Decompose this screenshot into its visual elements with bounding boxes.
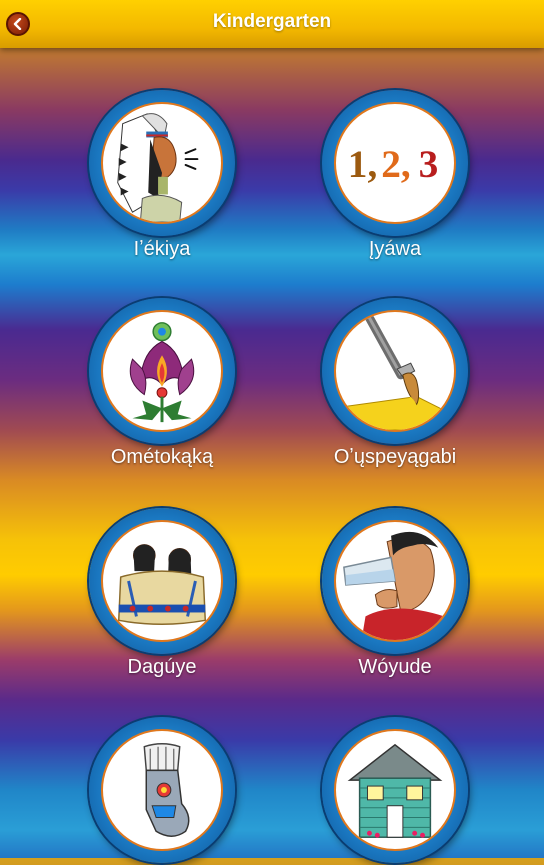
drinking-water-icon [334, 520, 456, 642]
tile-woyude[interactable]: Wóyude [300, 508, 490, 679]
number-one: 1, [348, 142, 378, 186]
tile-ometokaka[interactable]: Ométokąką [67, 298, 257, 469]
tile-ring [322, 298, 468, 444]
flower-icon [101, 310, 223, 432]
moccasin-icon [101, 729, 223, 851]
tile-moccasin[interactable] [67, 717, 257, 865]
tile-ring [89, 508, 235, 654]
tile-house[interactable] [300, 717, 490, 865]
tile-ring [322, 508, 468, 654]
header-bar: Kindergarten [0, 0, 544, 48]
number-three: 3 [419, 142, 439, 186]
tile-ring [89, 717, 235, 863]
tile-ouspeyagabi[interactable]: Oʼųspeyągabi [300, 298, 490, 469]
tile-label: Wóyude [358, 656, 432, 678]
tile-label: Iʼékiya [133, 238, 191, 260]
tile-iekiya[interactable]: Iʼékiya [67, 90, 257, 261]
tile-ring: 1, 2, 3 [322, 90, 468, 236]
tile-label: Ométokąką [110, 446, 214, 468]
tile-ring [89, 298, 235, 444]
number-two: 2, [381, 142, 411, 186]
numbers-icon: 1, 2, 3 [334, 102, 456, 224]
house-icon [334, 729, 456, 851]
family-blanket-icon [101, 520, 223, 642]
tile-label: Oʼųspeyągabi [333, 446, 457, 468]
page-title: Kindergarten [212, 11, 332, 32]
chief-speaking-icon [101, 102, 223, 224]
tile-ring [89, 90, 235, 236]
tile-daguye[interactable]: Dagúye [67, 508, 257, 679]
tile-label: Dagúye [127, 656, 197, 678]
tile-label: Įyáwa [368, 238, 422, 260]
tile-iyawa[interactable]: 1, 2, 3 Įyáwa [300, 90, 490, 261]
paintbrush-icon [334, 310, 456, 432]
tile-ring [322, 717, 468, 863]
